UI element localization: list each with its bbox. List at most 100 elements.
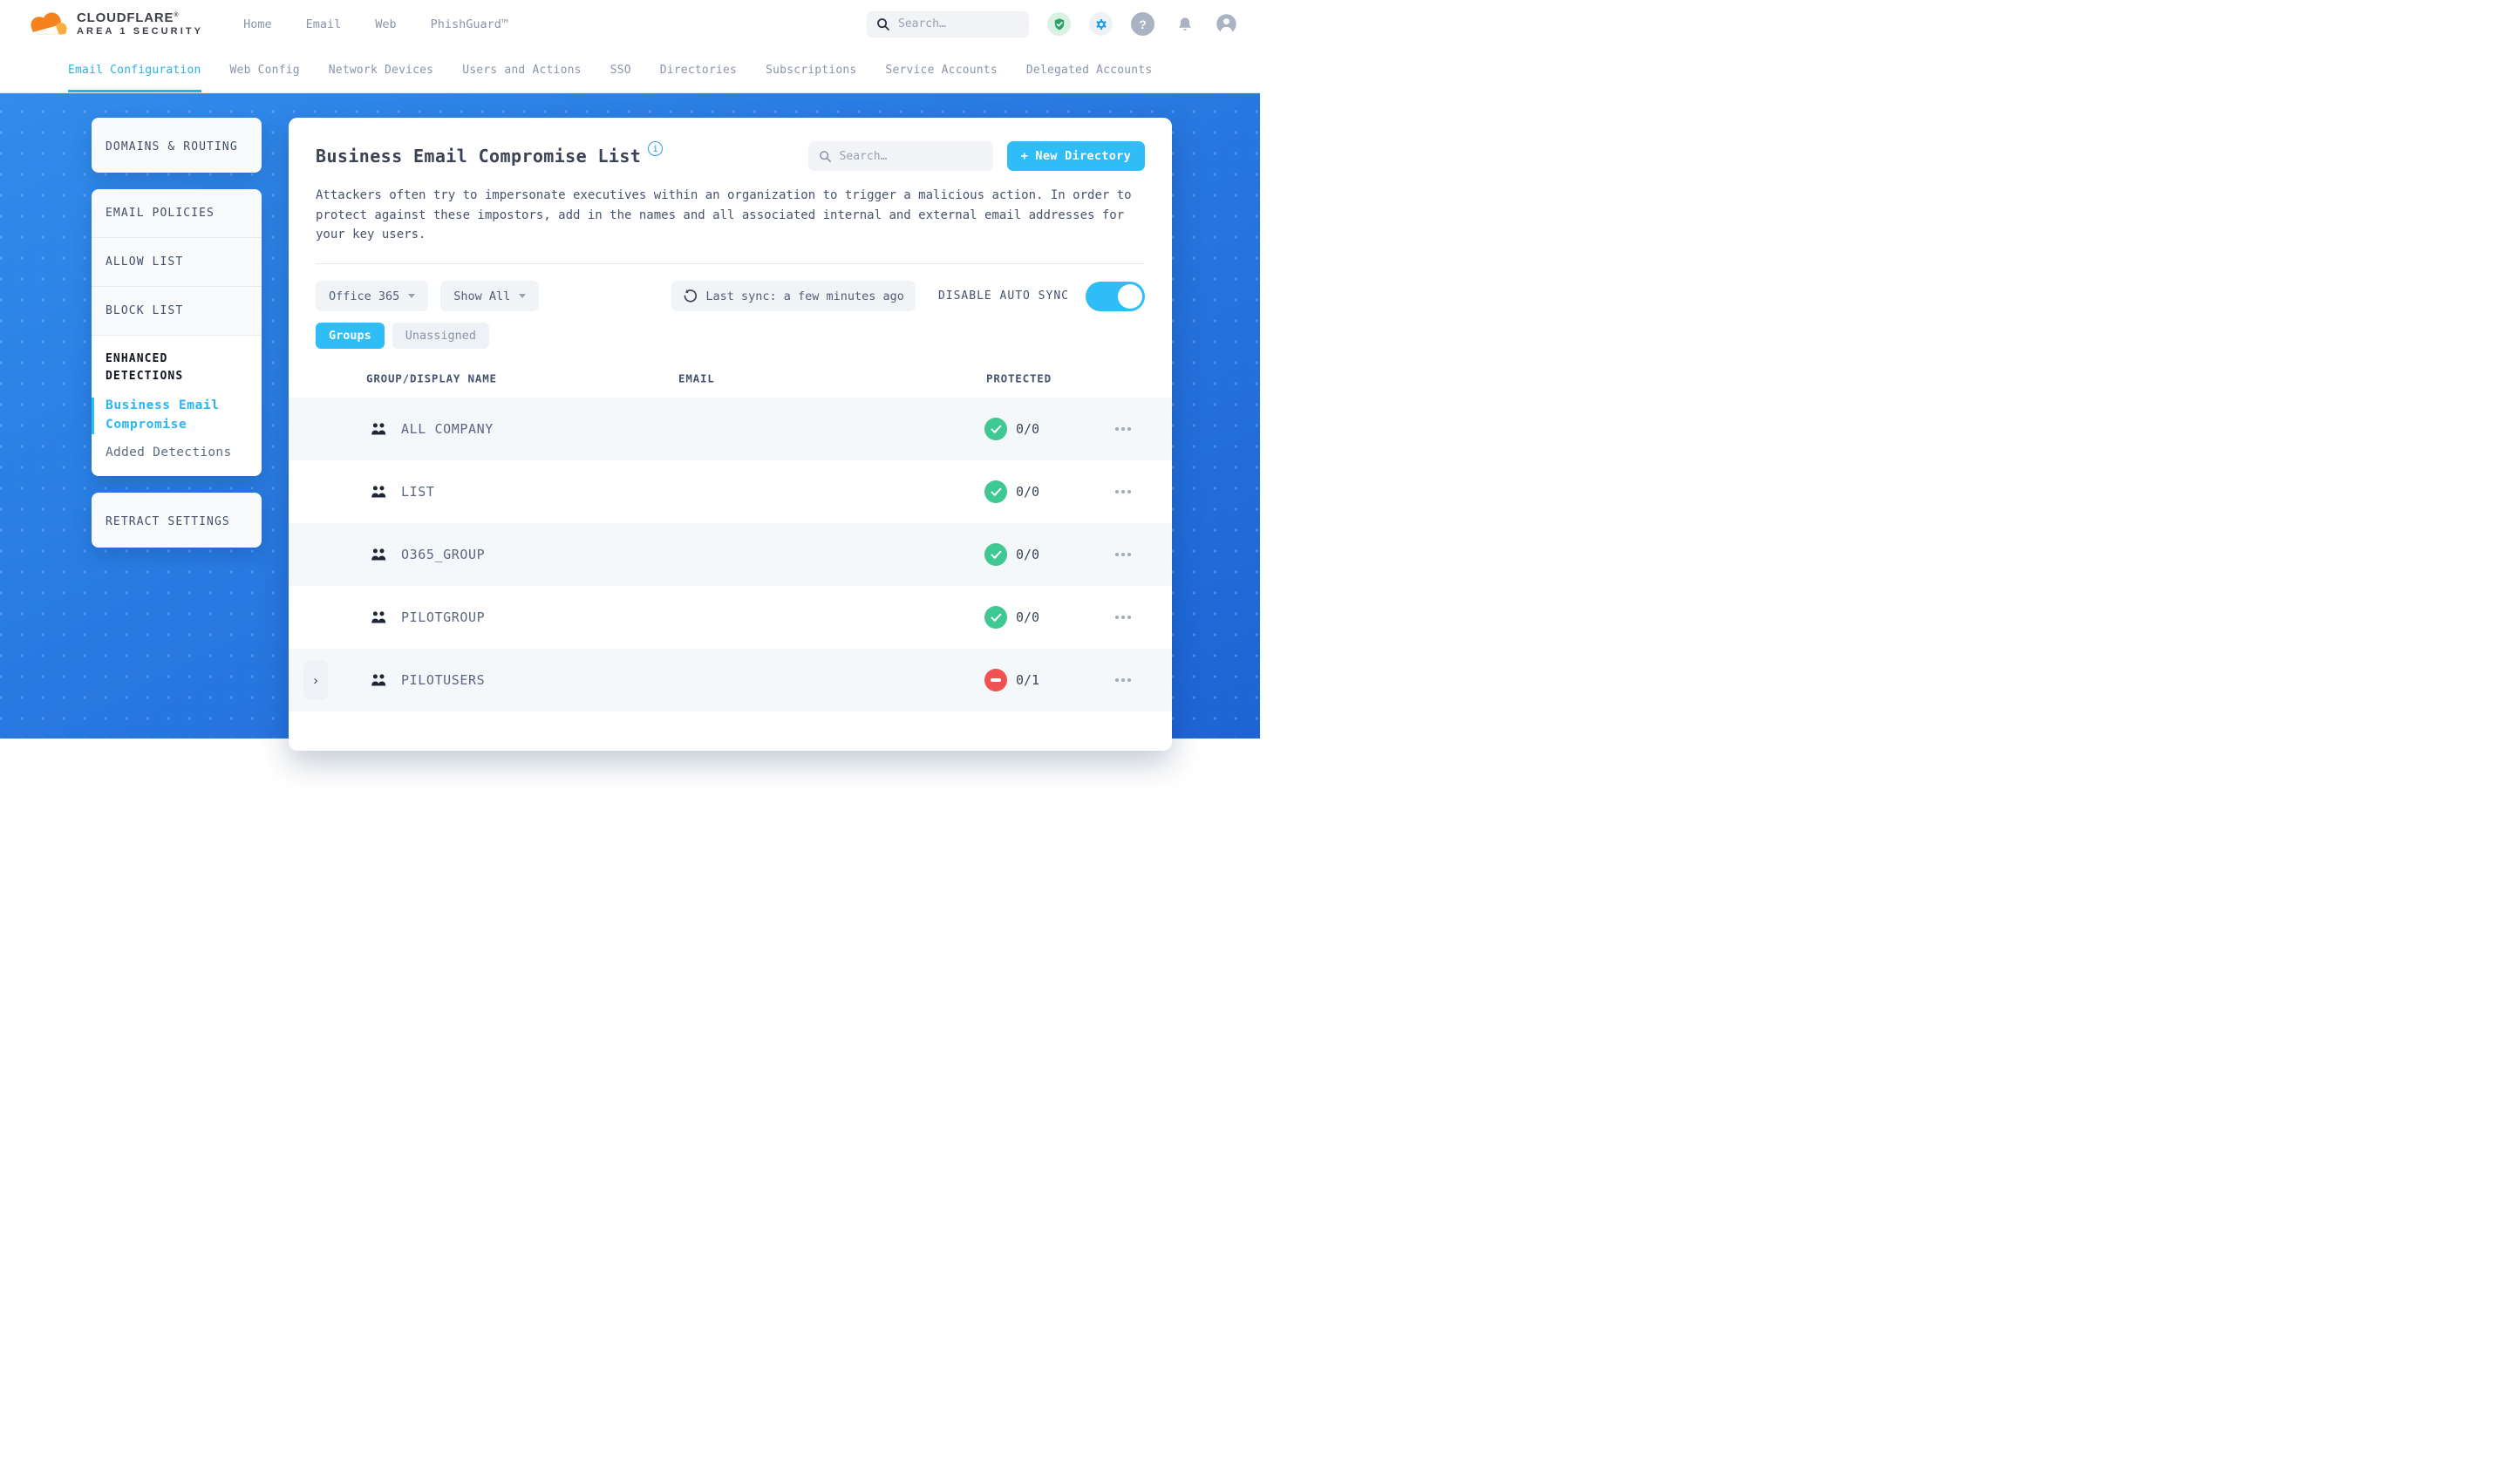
- column-header-email: EMAIL: [678, 371, 715, 385]
- sidebar-item-label: ENHANCED DETECTIONS: [106, 352, 184, 384]
- sidebar-item-domains-routing[interactable]: DOMAINS & ROUTING: [92, 118, 262, 173]
- protected-count: 0/0: [1016, 421, 1040, 438]
- cloudflare-cloud-icon: [24, 10, 69, 38]
- protected-count: 0/0: [1016, 484, 1040, 500]
- sidebar-item-enhanced-detections[interactable]: ENHANCED DETECTIONS Business Email Compr…: [92, 336, 262, 476]
- sidebar-item-retract-settings[interactable]: RETRACT SETTINGS: [92, 492, 262, 548]
- more-actions-button[interactable]: [1112, 612, 1134, 623]
- section-tabs: Email Configuration Web Config Network D…: [0, 48, 1260, 93]
- view-pills: Groups Unassigned: [316, 323, 1145, 350]
- sidebar-subitem-business-email-compromise[interactable]: Business Email Compromise: [92, 397, 248, 435]
- table-row: › O365_GROUP 0/0: [289, 523, 1172, 587]
- app-header: CLOUDFLARE® AREA 1 SECURITY Home Email W…: [0, 0, 1260, 48]
- tab-delegated-accounts[interactable]: Delegated Accounts: [1026, 48, 1152, 92]
- sidebar-subitem-added-detections[interactable]: Added Detections: [106, 446, 248, 459]
- tab-web-config[interactable]: Web Config: [230, 48, 300, 92]
- sidebar-item-block-list[interactable]: BLOCK LIST: [92, 287, 262, 336]
- group-name: LIST: [401, 484, 435, 500]
- cloudflare-logo: CLOUDFLARE® AREA 1 SECURITY: [24, 10, 203, 38]
- groups-pill[interactable]: Groups: [316, 323, 385, 350]
- security-status-button[interactable]: [1047, 12, 1071, 36]
- page-description: Attackers often try to impersonate execu…: [316, 188, 1132, 242]
- directory-search-input[interactable]: [839, 149, 983, 163]
- tab-users-and-actions[interactable]: Users and Actions: [462, 48, 581, 92]
- column-header-group-display-name: GROUP/DISPLAY NAME: [366, 371, 497, 385]
- search-icon: [876, 17, 890, 31]
- column-header-protected: PROTECTED: [986, 371, 1052, 385]
- account-button[interactable]: [1215, 12, 1238, 36]
- protected-count: 0/0: [1016, 547, 1040, 563]
- notifications-button[interactable]: [1173, 12, 1196, 36]
- protected-status-badge: [984, 418, 1007, 441]
- sidebar-item-label: DOMAINS & ROUTING: [106, 140, 238, 153]
- unassigned-pill[interactable]: Unassigned: [392, 323, 490, 350]
- more-actions-button[interactable]: [1112, 424, 1134, 434]
- nav-item-home[interactable]: Home: [243, 17, 272, 31]
- gear-icon: [1093, 17, 1109, 32]
- table-header: GROUP/DISPLAY NAME EMAIL PROTECTED: [289, 356, 1172, 398]
- header-actions: ?: [867, 10, 1238, 37]
- refresh-icon: [683, 289, 698, 303]
- info-icon[interactable]: i: [648, 140, 664, 156]
- more-actions-button[interactable]: [1112, 675, 1134, 685]
- view-filter-value: Show All: [453, 289, 511, 303]
- group-name: PILOTGROUP: [401, 609, 486, 626]
- settings-sidebar: DOMAINS & ROUTING EMAIL POLICIES ALLOW L…: [92, 118, 262, 548]
- help-button[interactable]: ?: [1131, 12, 1154, 36]
- group-people-icon: [371, 611, 387, 624]
- divider: [316, 263, 1145, 265]
- global-search[interactable]: [867, 10, 1029, 37]
- protected-status-badge: [984, 606, 1007, 630]
- more-actions-button[interactable]: [1112, 549, 1134, 560]
- group-table: › ALL COMPANY 0/0 › LIST 0/0 › O365_GROU…: [289, 398, 1172, 712]
- settings-button[interactable]: [1089, 12, 1113, 36]
- bell-icon: [1177, 17, 1193, 32]
- tab-service-accounts[interactable]: Service Accounts: [885, 48, 997, 92]
- sidebar-policies-card: EMAIL POLICIES ALLOW LIST BLOCK LIST ENH…: [92, 189, 262, 476]
- expand-row-button[interactable]: ›: [303, 660, 328, 701]
- tab-network-devices[interactable]: Network Devices: [329, 48, 433, 92]
- directory-search[interactable]: [807, 141, 993, 171]
- last-sync-button[interactable]: Last sync: a few minutes ago: [671, 281, 916, 312]
- protected-count: 0/0: [1016, 609, 1040, 626]
- tab-email-configuration[interactable]: Email Configuration: [68, 48, 201, 92]
- sidebar-item-email-policies[interactable]: EMAIL POLICIES: [92, 189, 262, 238]
- last-sync-label: Last sync: a few minutes ago: [705, 289, 904, 303]
- user-avatar-icon: [1215, 12, 1238, 36]
- table-row: › ALL COMPANY 0/0: [289, 398, 1172, 461]
- group-name: ALL COMPANY: [401, 421, 494, 438]
- new-directory-button[interactable]: + New Directory: [1006, 141, 1145, 171]
- nav-item-email[interactable]: Email: [306, 17, 342, 31]
- page-title: Business Email Compromise List: [316, 146, 642, 167]
- group-name: PILOTUSERS: [401, 672, 486, 689]
- group-people-icon: [371, 486, 387, 499]
- group-people-icon: [371, 423, 387, 436]
- group-name: O365_GROUP: [401, 547, 486, 563]
- primary-nav: Home Email Web PhishGuard™: [243, 17, 508, 31]
- view-filter-select[interactable]: Show All: [440, 281, 540, 312]
- directory-source-select[interactable]: Office 365: [316, 281, 429, 312]
- panel-header: Business Email Compromise List i + New D…: [289, 140, 1172, 171]
- protected-count: 0/1: [1016, 672, 1040, 689]
- chevron-down-icon: [408, 294, 416, 299]
- tab-sso[interactable]: SSO: [610, 48, 631, 92]
- tab-directories[interactable]: Directories: [660, 48, 737, 92]
- sidebar-item-allow-list[interactable]: ALLOW LIST: [92, 238, 262, 287]
- more-actions-button[interactable]: [1112, 487, 1134, 497]
- group-people-icon: [371, 674, 387, 687]
- global-search-input[interactable]: [898, 17, 1019, 31]
- shield-check-icon: [1052, 17, 1066, 31]
- nav-item-phishguard[interactable]: PhishGuard™: [431, 17, 508, 31]
- sidebar-item-label: ALLOW LIST: [106, 255, 184, 269]
- registered-mark: ®: [174, 11, 180, 18]
- sidebar-item-label: EMAIL POLICIES: [106, 207, 215, 220]
- brand-title: CLOUDFLARE®: [77, 10, 180, 25]
- content-background: DOMAINS & ROUTING EMAIL POLICIES ALLOW L…: [0, 93, 1260, 751]
- nav-item-web[interactable]: Web: [375, 17, 396, 31]
- tab-subscriptions[interactable]: Subscriptions: [766, 48, 856, 92]
- auto-sync-toggle[interactable]: [1086, 281, 1145, 311]
- toggle-knob: [1118, 283, 1142, 309]
- brand-subtitle: AREA 1 SECURITY: [77, 25, 204, 37]
- search-icon: [819, 150, 832, 163]
- filter-row: Office 365 Show All Last sync: a few min…: [316, 281, 1145, 312]
